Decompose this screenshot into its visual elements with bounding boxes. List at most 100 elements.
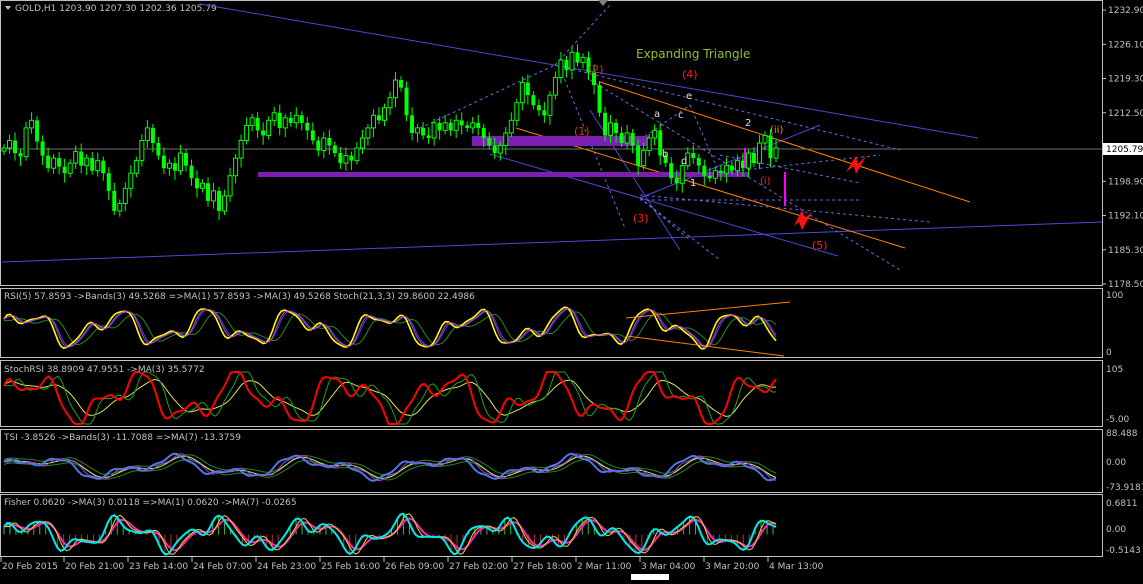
candle-body-up (271, 112, 277, 121)
tsi-scale-min: -73.9187 (1106, 483, 1143, 493)
candle-body-up (470, 122, 476, 129)
time-scroll-marker[interactable] (631, 574, 669, 580)
candle-body-up (652, 129, 658, 139)
wave-label: c (678, 110, 684, 121)
wave-label: (4) (682, 68, 698, 81)
candle-body-down (525, 82, 530, 96)
candle-body-up (359, 137, 365, 149)
candle-body-up (415, 127, 421, 134)
candle-body-up (773, 147, 779, 159)
wave-label: (i) (760, 176, 771, 187)
stochrsi-scale-max: 105 (1106, 365, 1123, 375)
candle-body-down (669, 163, 674, 179)
current-price-label: 1205.79 (1106, 145, 1143, 155)
candle-body-down (487, 137, 492, 146)
candle-body-up (177, 152, 183, 172)
candle-body-up (558, 59, 564, 79)
tsi-scale-max: 88.488 (1106, 429, 1138, 439)
candle-body-down (376, 115, 381, 121)
candle-body-down (603, 112, 608, 136)
candle-body-down (79, 151, 84, 166)
candle-body-down (674, 178, 679, 184)
magenta-signal-bar (744, 148, 746, 168)
candle-body-up (762, 134, 768, 144)
candle-body-up (321, 137, 327, 152)
candle-body-down (636, 145, 641, 166)
candle-body-down (536, 105, 541, 111)
time-tick-label: 4 Mar 13:00 (769, 562, 824, 572)
candle-body-down (217, 190, 222, 211)
price-tick-label: 1198.90 (1108, 177, 1143, 187)
candle-body-up (293, 114, 299, 124)
time-tick-label: 20 Feb 2015 (2, 562, 58, 572)
candle-body-down (46, 155, 51, 169)
candle-body-up (679, 165, 685, 184)
candle-body-up (387, 97, 393, 109)
candle-body-up (67, 162, 73, 174)
candle-body-down (62, 166, 67, 174)
candle-body-down (542, 110, 547, 116)
candle-body-up (249, 117, 255, 126)
candle-body-up (646, 137, 652, 152)
candle-body-down (316, 140, 321, 151)
trading-chart-window[interactable]: GOLD,H1 1203.90 1207.30 1202.36 1205.79 … (0, 0, 1143, 580)
candle-body-up (453, 119, 459, 131)
time-tick-label: 23 Feb 14:00 (129, 562, 188, 572)
time-tick-label: 2 Mar 11:00 (577, 562, 632, 572)
candle-body-up (117, 202, 123, 212)
time-tick-label: 27 Feb 02:00 (449, 562, 508, 572)
candle-body-up (354, 147, 360, 162)
candle-body-up (580, 56, 586, 63)
candle-body-up (756, 142, 762, 164)
price-tick-label: 1219.30 (1108, 75, 1143, 85)
candle-body-up (73, 151, 79, 164)
candle-body-up (343, 155, 349, 164)
candle-body-up (84, 157, 90, 167)
candle-body-down (195, 178, 199, 189)
candle-body-down (707, 175, 712, 179)
price-tick-label: 1192.10 (1108, 212, 1143, 222)
candle-body-up (29, 119, 35, 129)
candle-body-down (35, 120, 40, 142)
candle-body-down (421, 127, 426, 136)
wave-label: 2 (745, 118, 751, 129)
time-tick-label: 24 Feb 23:00 (257, 562, 316, 572)
main-header: GOLD,H1 1203.90 1207.30 1202.36 1205.79 (15, 4, 217, 14)
candle-body-up (497, 145, 503, 154)
candle-body-down (288, 117, 293, 123)
wave-label: 1 (690, 178, 696, 189)
candle-body-down (156, 143, 161, 156)
candle-body-down (57, 158, 62, 167)
candle-body-up (166, 162, 172, 169)
fisher-scale-zero: 0.00 (1106, 525, 1126, 535)
candle-body-up (1, 147, 7, 152)
candle-body-down (481, 127, 486, 138)
candle-body-down (112, 190, 117, 211)
candle-body-down (305, 122, 310, 131)
candle-body-up (608, 122, 614, 136)
rsi-scale-min: 0 (1106, 348, 1112, 358)
candle-body-up (569, 51, 575, 71)
wave-label: e (686, 91, 692, 102)
price-tick-label: 1226.10 (1108, 40, 1143, 50)
candle-body-down (40, 141, 45, 156)
candle-body-down (399, 80, 404, 88)
support-zone-band[interactable] (258, 172, 748, 177)
candle-body-up (745, 152, 751, 169)
time-tick-label: 3 Mar 04:00 (641, 562, 696, 572)
wave-label: (5) (812, 239, 828, 252)
candle-body-down (404, 87, 409, 116)
candle-body-up (712, 170, 718, 179)
candle-body-up (95, 160, 101, 172)
candle-body-down (729, 165, 734, 171)
tsi-header: TSI -3.8526 ->Bands(3) -11.7088 =>MA(7) … (3, 433, 241, 443)
candle-body-down (768, 135, 773, 159)
candle-body-up (282, 117, 288, 129)
price-tick-label: 1185.30 (1108, 246, 1143, 256)
candle-body-down (531, 95, 536, 106)
candle-body-down (189, 165, 194, 179)
candle-body-down (310, 130, 315, 141)
candle-body-down (277, 112, 282, 128)
candle-body-up (211, 190, 217, 202)
candle-body-up (547, 94, 553, 116)
